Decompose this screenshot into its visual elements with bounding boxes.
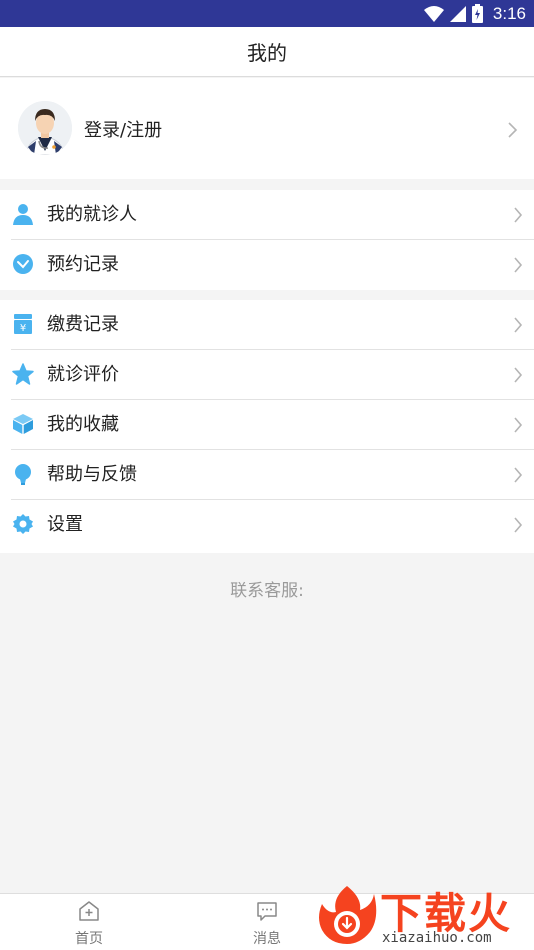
customer-service-label[interactable]: 联系客服: xyxy=(0,576,534,601)
payment-icon: ¥ xyxy=(14,314,32,334)
chevron-right-icon xyxy=(514,257,523,273)
wifi-icon xyxy=(423,5,444,22)
star-icon xyxy=(12,363,34,385)
menu-group-primary: 我的就诊人 预约记录 xyxy=(0,190,534,290)
status-bar: 3:16 xyxy=(0,0,534,27)
chevron-right-icon xyxy=(514,317,523,333)
login-register-label: 登录/注册 xyxy=(84,120,163,141)
menu-label: 缴费记录 xyxy=(47,314,119,335)
menu-item-appointments[interactable]: 预约记录 xyxy=(0,240,534,290)
chevron-right-icon xyxy=(514,517,523,533)
menu-label: 帮助与反馈 xyxy=(47,464,137,485)
chevron-right-icon xyxy=(514,207,523,223)
chevron-right-icon xyxy=(514,467,523,483)
chevron-right-icon xyxy=(508,122,518,138)
message-icon xyxy=(257,902,277,921)
header: 我的 xyxy=(0,27,534,77)
chevron-right-icon xyxy=(514,417,523,433)
menu-item-help-feedback[interactable]: 帮助与反馈 xyxy=(0,450,534,500)
gear-icon xyxy=(13,514,33,534)
watermark: 下载火 xiazaihuo.com xyxy=(312,878,534,950)
menu-item-favorites[interactable]: 我的收藏 xyxy=(0,400,534,450)
menu-label: 预约记录 xyxy=(47,254,119,275)
tab-messages[interactable]: 消息 xyxy=(222,894,312,950)
home-icon xyxy=(79,901,99,921)
flame-logo-icon xyxy=(319,886,377,944)
page-title: 我的 xyxy=(247,41,287,65)
menu-group-secondary: ¥ 缴费记录 就诊评价 我的收藏 帮助与反馈 设置 xyxy=(0,300,534,553)
battery-icon xyxy=(471,4,483,23)
tab-home[interactable]: 首页 xyxy=(44,894,134,950)
login-register-row[interactable]: 登录/注册 xyxy=(0,78,534,179)
menu-label: 设置 xyxy=(47,514,83,535)
menu-item-my-patients[interactable]: 我的就诊人 xyxy=(0,190,534,240)
status-icons: 3:16 xyxy=(423,3,526,24)
svg-text:¥: ¥ xyxy=(20,323,26,334)
person-icon xyxy=(13,204,33,225)
menu-label: 我的就诊人 xyxy=(47,204,137,225)
menu-item-reviews[interactable]: 就诊评价 xyxy=(0,350,534,400)
bulb-icon xyxy=(15,464,31,485)
watermark-url: xiazaihuo.com xyxy=(382,930,492,946)
menu-item-settings[interactable]: 设置 xyxy=(0,500,534,550)
status-time: 3:16 xyxy=(492,3,526,23)
box-icon xyxy=(13,414,33,434)
doctor-avatar-icon xyxy=(18,101,72,155)
clock-icon xyxy=(13,254,33,274)
tab-label: 消息 xyxy=(253,931,281,947)
menu-item-payments[interactable]: ¥ 缴费记录 xyxy=(0,300,534,350)
signal-icon xyxy=(449,5,466,22)
menu-label: 就诊评价 xyxy=(47,364,119,385)
menu-label: 我的收藏 xyxy=(47,414,119,435)
tab-label: 首页 xyxy=(75,931,103,947)
chevron-right-icon xyxy=(514,367,523,383)
